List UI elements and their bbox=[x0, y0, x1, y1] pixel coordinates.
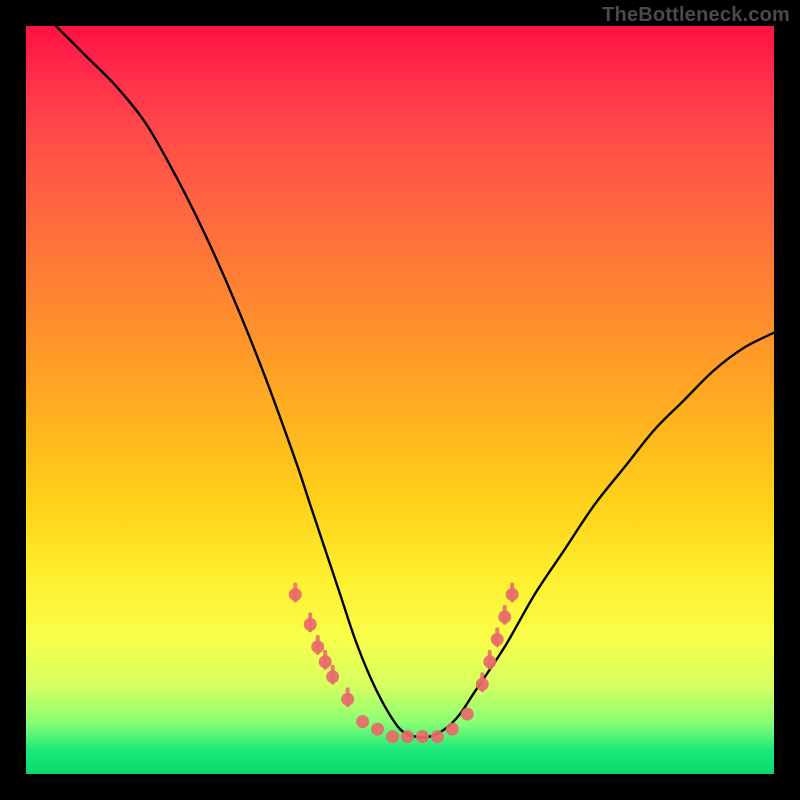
marker-point bbox=[506, 584, 519, 601]
watermark-text: TheBottleneck.com bbox=[602, 4, 790, 27]
chart-frame: TheBottleneck.com bbox=[0, 0, 800, 800]
marker-point bbox=[401, 730, 414, 743]
marker-point bbox=[304, 614, 317, 631]
plot-area bbox=[26, 26, 774, 774]
marker-point bbox=[431, 730, 444, 743]
marker-point bbox=[461, 708, 474, 721]
highlighted-range-markers bbox=[289, 584, 519, 743]
marker-point bbox=[483, 652, 496, 669]
marker-point bbox=[356, 715, 369, 728]
curve-svg bbox=[26, 26, 774, 774]
marker-point bbox=[341, 689, 354, 706]
marker-point bbox=[416, 730, 429, 743]
marker-point bbox=[491, 629, 504, 646]
bottleneck-curve bbox=[56, 26, 774, 738]
marker-point bbox=[476, 674, 489, 691]
marker-point bbox=[311, 637, 324, 654]
marker-point bbox=[326, 667, 339, 684]
marker-point bbox=[386, 730, 399, 743]
marker-point bbox=[498, 607, 511, 624]
marker-point bbox=[371, 723, 384, 736]
marker-point bbox=[319, 652, 332, 669]
marker-point bbox=[446, 723, 459, 736]
marker-point bbox=[289, 584, 302, 601]
